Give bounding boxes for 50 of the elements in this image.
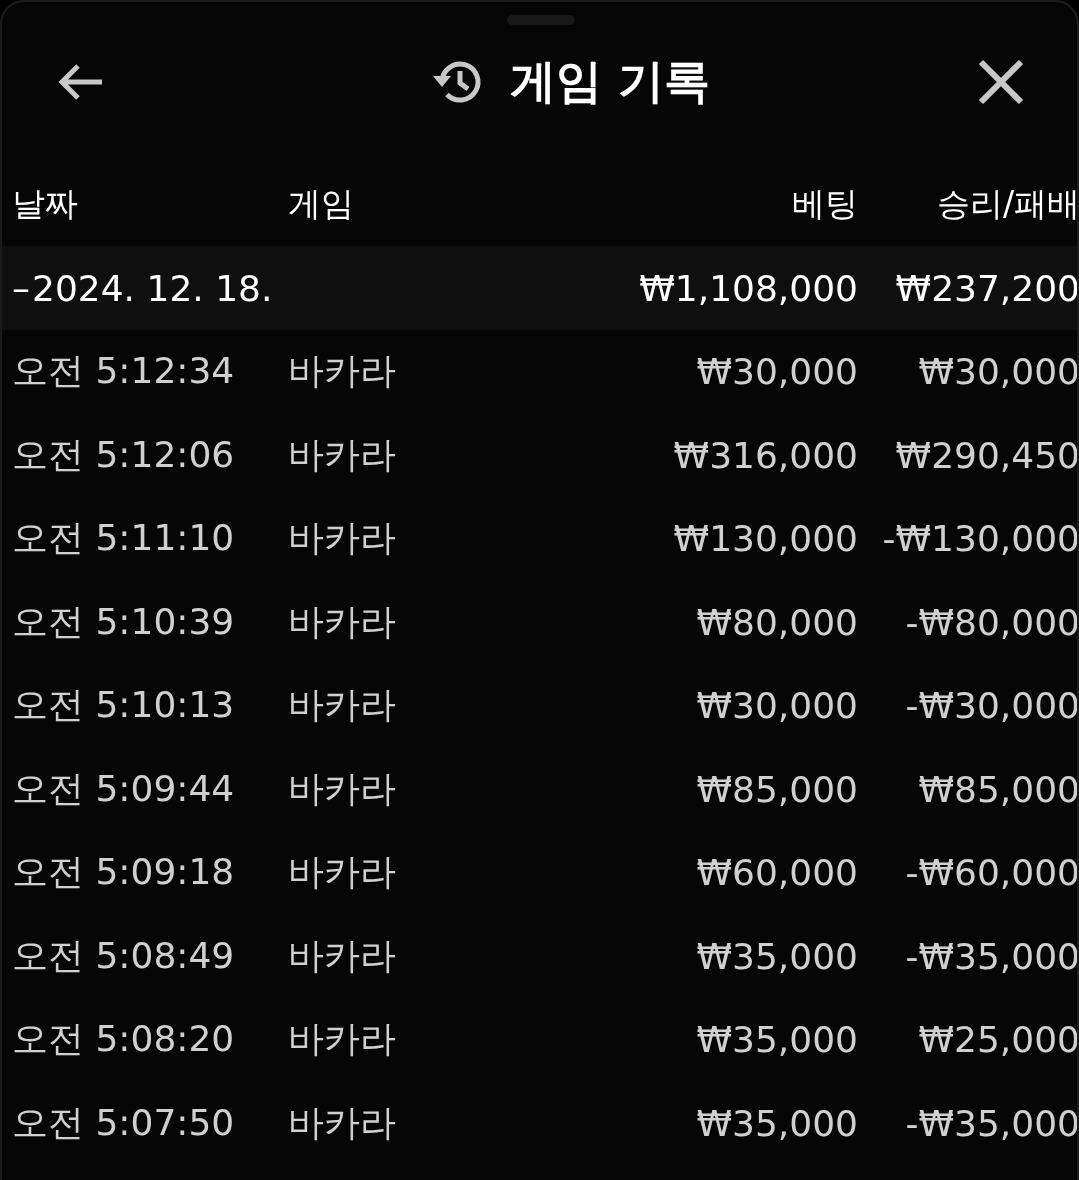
table-cell-text: ₩35,000 (695, 1019, 858, 1061)
table-cell-text: 바카라 (288, 933, 397, 978)
column-header: 베팅 (791, 182, 858, 225)
table-cell-text: -₩130,000 (881, 518, 1077, 560)
table-cell-text: ₩80,000 (695, 601, 858, 643)
table-cell-text: 바카라 (288, 766, 397, 811)
table-cell-text: 오전 5:10:39 (12, 599, 236, 644)
column-header: 승리/패배 (935, 182, 1077, 225)
table-cell-text: ₩25,000 (917, 1019, 1077, 1061)
total-bet: ₩1,108,000 (638, 267, 858, 309)
column-header: 날짜 (12, 182, 79, 225)
table-cell-text: ₩60,000 (695, 852, 858, 894)
table-cell-text: -₩30,000 (904, 685, 1077, 727)
close-icon[interactable] (977, 58, 1025, 106)
table-cell-text: ₩290,450 (894, 434, 1077, 476)
table-cell-text: ₩30,000 (917, 351, 1077, 393)
table-cell-text: 오전 5:09:18 (12, 850, 236, 895)
table-cell-text: ₩30,000 (695, 351, 858, 393)
table-cell-text: ₩30,000 (695, 685, 858, 727)
table-cell-text: 바카라 (288, 349, 397, 394)
window-title: 게임 기록 (510, 53, 711, 110)
table-cell-text: 바카라 (288, 599, 397, 644)
table-cell-text: 바카라 (288, 432, 397, 477)
table-cell-text: 오전 5:07:50 (12, 1100, 236, 1145)
total-result: ₩237,200 (894, 267, 1077, 309)
table-cell-text: 바카라 (288, 683, 397, 728)
table-cell-text: 오전 5:09:44 (12, 766, 236, 811)
table-cell-text: 오전 5:08:49 (12, 933, 236, 978)
table-cell-text: 바카라 (288, 1017, 397, 1062)
table-cell-text: 오전 5:11:10 (12, 516, 236, 561)
table-cell-text: ₩35,000 (695, 935, 858, 977)
table-cell-text: 오전 5:10:13 (12, 683, 236, 728)
table-cell-text: ₩35,000 (695, 1102, 858, 1144)
table-cell-text: 오전 5:12:06 (12, 432, 236, 477)
column-header: 게임 (288, 182, 355, 225)
date-label: 2024. 12. 18. (32, 267, 273, 309)
table-cell-text: ₩85,000 (695, 768, 858, 810)
table-cell-text: -₩80,000 (904, 601, 1077, 643)
table-cell-text: 오전 5:12:34 (12, 349, 236, 394)
table-cell-text: ₩316,000 (672, 434, 858, 476)
table-cell-text: 오전 5:08:20 (12, 1017, 236, 1062)
table-cell-text: -₩35,000 (904, 935, 1077, 977)
table-cell-text: ₩130,000 (672, 518, 858, 560)
table-cell-text: -₩60,000 (904, 852, 1077, 894)
table-cell-text: 바카라 (288, 850, 397, 895)
collapse-toggle[interactable]: – (12, 267, 32, 309)
table-cell-text: 바카라 (288, 1100, 397, 1145)
table-cell-text: ₩85,000 (917, 768, 1077, 810)
table-cell-text: -₩35,000 (904, 1102, 1077, 1144)
table-cell-text: 바카라 (288, 516, 397, 561)
